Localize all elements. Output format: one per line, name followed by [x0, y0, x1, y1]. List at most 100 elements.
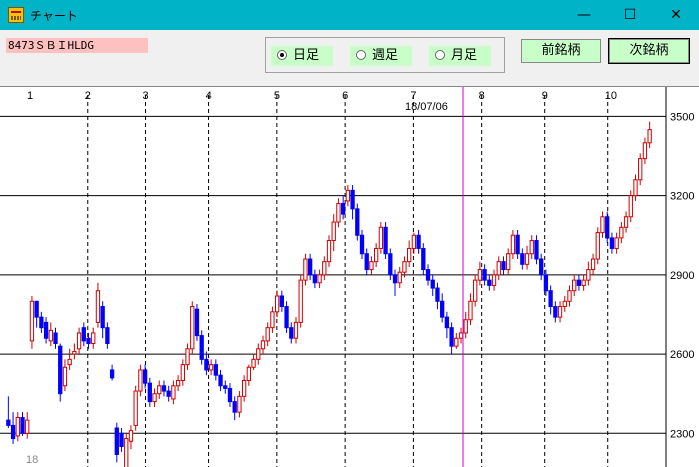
candle-body: [157, 385, 162, 395]
candle-body: [213, 364, 218, 376]
candle-body: [369, 261, 374, 271]
candle-body: [204, 358, 209, 371]
radio-daily[interactable]: 日足: [271, 46, 333, 66]
radio-monthly[interactable]: 月足: [429, 46, 491, 66]
candle-body: [25, 419, 30, 434]
candle-body: [543, 274, 549, 292]
candle-body: [567, 290, 572, 302]
year-label: 18: [26, 454, 38, 466]
candle-body: [53, 332, 58, 345]
candle-body: [482, 269, 487, 281]
radio-weekly-label: 週足: [372, 48, 399, 63]
candle-body: [553, 306, 558, 318]
radio-unchecked-icon: [356, 50, 366, 60]
chart-app-icon: [8, 7, 24, 23]
candle-body: [350, 189, 355, 210]
candle-body: [95, 290, 101, 323]
candle-body: [185, 348, 190, 366]
candle-body: [241, 379, 247, 397]
candle-body: [416, 234, 421, 249]
candle-body: [633, 179, 638, 197]
candle-body: [260, 340, 266, 350]
candle-body: [81, 327, 86, 342]
candle-body: [331, 221, 336, 242]
candle-body: [298, 279, 303, 323]
candle-body: [496, 261, 501, 276]
candle-body: [317, 274, 322, 284]
candle-body: [506, 253, 511, 271]
prev-stock-button[interactable]: 前銘柄: [521, 39, 601, 63]
candle-body: [307, 258, 313, 276]
month-label: 1: [27, 90, 33, 102]
candle-body: [293, 321, 299, 339]
candle-body: [572, 279, 577, 292]
candle-body: [374, 247, 379, 263]
candle-body: [100, 306, 105, 329]
maximize-button[interactable]: ☐: [607, 0, 653, 30]
candle-body: [590, 258, 596, 271]
radio-unchecked-icon: [435, 50, 445, 60]
candle-body: [378, 226, 384, 249]
candlestick-chart[interactable]: 3500 3200 2900 2600 2300 1 2 3 4 5 6 7 8 9 10 18 18/07/0…: [0, 86, 699, 467]
stock-name-label: 8473ＳＢＩHLDG: [6, 38, 148, 53]
candle-body: [72, 350, 77, 355]
candle-body: [124, 438, 129, 467]
candle-body: [491, 274, 497, 286]
radio-weekly[interactable]: 週足: [350, 46, 412, 66]
candle-body: [340, 203, 346, 215]
candle-body: [364, 253, 369, 271]
candle-body: [232, 401, 237, 413]
month-label: 5: [274, 90, 280, 102]
candle-body: [468, 300, 473, 321]
y-tick-label: 3500: [670, 111, 694, 123]
candle-body: [223, 385, 228, 389]
candle-body: [303, 258, 308, 281]
candle-body: [284, 306, 289, 329]
candle-body: [473, 279, 478, 302]
window-title: チャート: [30, 9, 78, 23]
candle-body: [34, 300, 39, 318]
candle-body: [43, 321, 49, 339]
candle-body: [138, 369, 143, 392]
candle-body: [586, 269, 591, 281]
candle-body: [359, 234, 365, 255]
candle-body: [86, 337, 91, 345]
y-tick-label: 2900: [670, 270, 694, 282]
candle-body: [623, 216, 629, 228]
candle-body: [322, 261, 327, 276]
candle-body: [388, 253, 393, 276]
candle-body: [345, 189, 351, 202]
candle-body: [62, 366, 68, 387]
candle-body: [539, 258, 544, 276]
candle-body: [421, 247, 426, 271]
title-bar: チャート — ☐ ✕: [0, 0, 699, 30]
candle-body: [425, 269, 431, 281]
candle-body: [524, 253, 530, 265]
candle-body: [463, 319, 468, 334]
candle-body: [392, 274, 398, 284]
next-stock-button[interactable]: 次銘柄: [608, 38, 690, 64]
radio-monthly-label: 月足: [451, 48, 478, 63]
cursor-date-label: 18/07/06: [405, 101, 448, 113]
candle-body: [166, 390, 171, 397]
candle-body: [501, 261, 506, 271]
minimize-button[interactable]: —: [561, 0, 607, 30]
candle-body: [336, 203, 341, 223]
chart-window: チャート — ☐ ✕ 8473ＳＢＩHLDG 日足 週足 月足 前銘柄 次銘柄 …: [0, 0, 699, 467]
candle-body: [227, 387, 233, 403]
candle-body: [109, 369, 115, 379]
close-button[interactable]: ✕: [653, 0, 699, 30]
candle-body: [171, 385, 176, 400]
candle-body: [270, 311, 275, 329]
candle-body: [477, 269, 483, 281]
candle-body: [133, 390, 138, 426]
candle-body: [58, 345, 63, 395]
month-label: 9: [542, 90, 548, 102]
month-label: 6: [342, 90, 348, 102]
toolbar: 8473ＳＢＩHLDG 日足 週足 月足 前銘柄 次銘柄: [0, 30, 699, 86]
candle-body: [190, 306, 195, 350]
candle-body: [515, 234, 520, 255]
candle-body: [430, 279, 435, 289]
candle-body: [487, 279, 492, 286]
candle-body: [128, 430, 134, 442]
